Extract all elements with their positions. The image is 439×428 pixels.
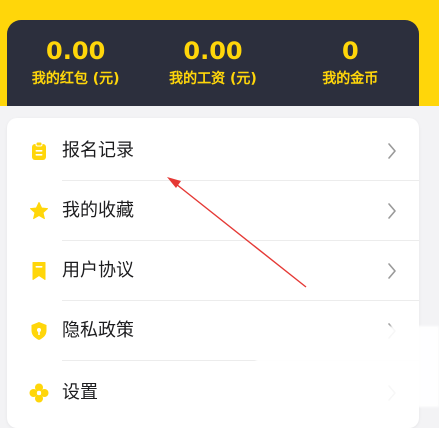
salary-value: 0.00 xyxy=(183,37,243,65)
coins-label: 我的金币 xyxy=(322,71,379,87)
menu-item-label: 设置 xyxy=(62,382,98,403)
red-packet-value: 0.00 xyxy=(46,37,106,65)
menu-item-registration-records[interactable]: 报名记录 xyxy=(7,121,419,181)
menu-item-label: 我的收藏 xyxy=(62,200,134,221)
menu-item-user-agreement[interactable]: 用户协议 xyxy=(7,241,419,301)
shield-icon xyxy=(29,321,49,341)
stat-salary[interactable]: 0.00 我的工资 (元) xyxy=(144,20,281,106)
menu-item-my-favorites[interactable]: 我的收藏 xyxy=(7,181,419,241)
wallet-stats-card: 0.00 我的红包 (元) 0.00 我的工资 (元) 0 我的金币 xyxy=(7,20,419,106)
coins-value: 0 xyxy=(341,37,359,65)
settings-icon xyxy=(29,383,49,403)
stat-coins[interactable]: 0 我的金币 xyxy=(282,20,419,106)
bookmark-icon xyxy=(29,261,49,281)
watermark-blur-patch xyxy=(256,326,439,407)
star-icon xyxy=(29,201,49,221)
menu-item-label: 隐私政策 xyxy=(62,320,134,341)
menu-item-label: 用户协议 xyxy=(62,260,134,281)
chevron-right-icon xyxy=(385,262,399,280)
chevron-right-icon xyxy=(385,142,399,160)
clipboard-icon xyxy=(29,141,49,161)
chevron-right-icon xyxy=(385,202,399,220)
salary-label: 我的工资 (元) xyxy=(169,71,257,87)
stat-red-packet[interactable]: 0.00 我的红包 (元) xyxy=(7,20,144,106)
menu-item-label: 报名记录 xyxy=(62,140,134,161)
red-packet-label: 我的红包 (元) xyxy=(31,71,120,87)
